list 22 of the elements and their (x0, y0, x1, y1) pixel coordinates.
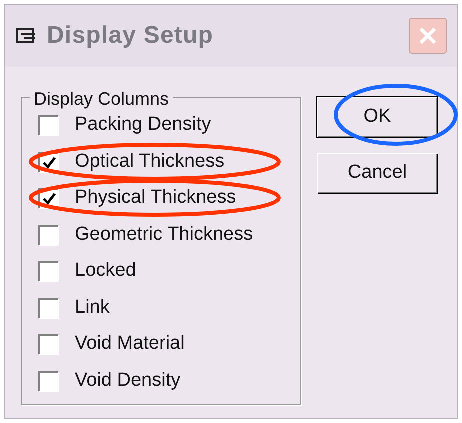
check-icon (42, 193, 56, 205)
checkbox-label: Packing Density (75, 113, 212, 138)
checkbox-label: Optical Thickness (75, 150, 225, 174)
window-icon (15, 26, 37, 46)
checkbox-label: Physical Thickness (75, 186, 236, 210)
check-icon (42, 156, 56, 168)
checkbox-label: Void Density (75, 368, 181, 393)
checkbox[interactable] (38, 224, 59, 246)
checkbox-label: Void Material (75, 332, 185, 356)
window-title: Display Setup (47, 21, 214, 51)
close-button[interactable] (409, 18, 447, 54)
checkbox[interactable] (38, 115, 59, 136)
checkbox[interactable] (38, 298, 59, 318)
ok-button[interactable]: OK (317, 97, 437, 137)
close-icon (418, 26, 438, 46)
checkbox-label: Link (75, 296, 110, 320)
checkbox[interactable] (38, 334, 59, 355)
checkbox[interactable] (38, 370, 59, 392)
checkbox-label: Locked (75, 259, 136, 284)
checkbox-label: Geometric Thickness (75, 222, 254, 247)
checkbox[interactable] (38, 261, 59, 282)
cancel-button[interactable]: Cancel (317, 153, 437, 193)
